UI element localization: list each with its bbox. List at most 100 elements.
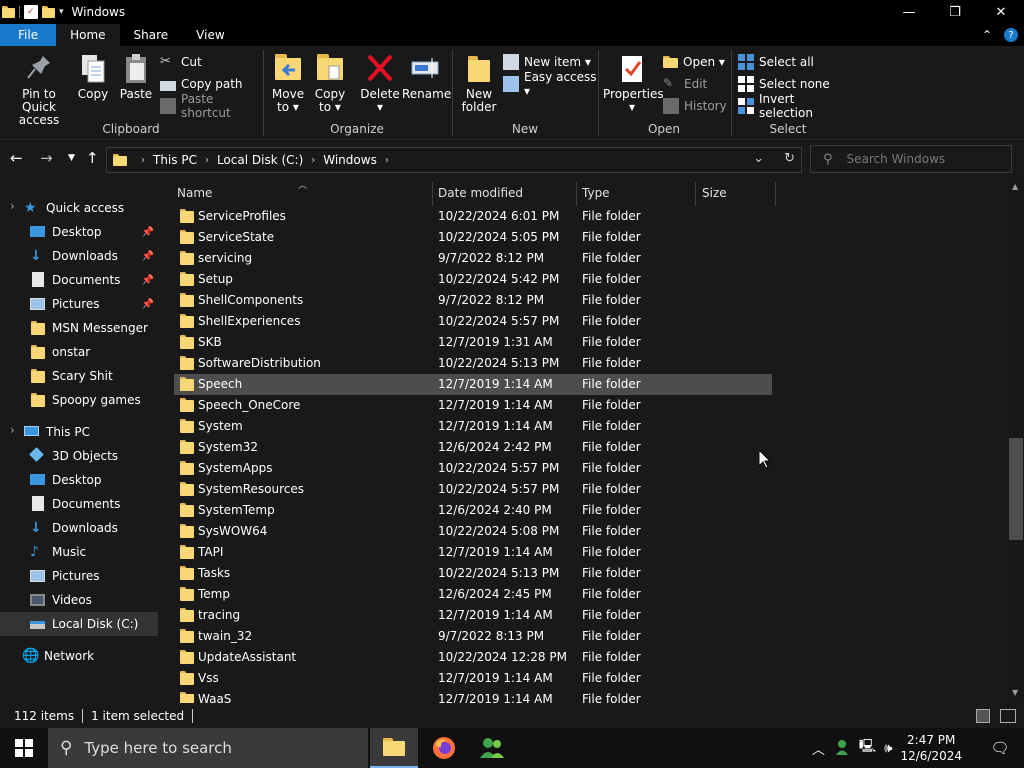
vertical-scrollbar[interactable]: ▲ ▼ (1008, 178, 1024, 703)
taskbar-search-box[interactable]: ⚲ Type here to search (48, 728, 368, 768)
cut-button[interactable]: ✂ Cut (160, 52, 202, 72)
breadcrumb-windows[interactable]: Windows (323, 153, 377, 167)
file-row[interactable]: UpdateAssistant 10/22/2024 12:28 PM File f… (174, 647, 772, 668)
paste-shortcut-button[interactable]: Paste shortcut (160, 92, 262, 120)
sidebar-item-desktop[interactable]: Desktop 📌 (0, 220, 158, 244)
edit-button[interactable]: ✎ Edit (663, 74, 707, 94)
file-row[interactable]: SystemApps 10/22/2024 5:57 PM File folder (174, 458, 772, 479)
collapse-ribbon-icon[interactable]: ⌃ (982, 28, 992, 42)
column-header-size[interactable]: Size (702, 178, 727, 208)
customize-toolbar-icon[interactable]: ▾ (59, 7, 64, 17)
recent-locations-chevron-icon[interactable]: ▼ (68, 153, 75, 163)
large-icons-view-icon[interactable] (1000, 709, 1016, 723)
taskbar-search-input[interactable]: Type here to search (84, 739, 231, 757)
messenger-tray-icon[interactable] (835, 739, 851, 758)
file-row[interactable]: Vss 12/7/2019 1:14 AM File folder (174, 668, 772, 689)
column-header-date[interactable]: Date modified (438, 178, 523, 208)
file-row[interactable]: SystemTemp 12/6/2024 2:40 PM File folder (174, 500, 772, 521)
sidebar-item-msn-messenger[interactable]: MSN Messenger (0, 316, 158, 340)
file-row[interactable]: Temp 12/6/2024 2:45 PM File folder (174, 584, 772, 605)
column-separator[interactable] (695, 182, 696, 206)
sidebar-item-music[interactable]: ♪ Music (0, 540, 158, 564)
copy-path-button[interactable]: Copy path (160, 74, 243, 94)
column-header-type[interactable]: Type (582, 178, 610, 208)
file-row[interactable]: ShellComponents 9/7/2022 8:12 PM File fold… (174, 290, 772, 311)
search-box[interactable]: ⚲ Search Windows (810, 145, 1012, 173)
pin-to-quick-access-button[interactable]: Pin to Quick access (4, 52, 74, 127)
file-row[interactable]: Tasks 10/22/2024 5:13 PM File folder (174, 563, 772, 584)
search-input[interactable]: Search Windows (847, 152, 946, 166)
sidebar-item-3d-objects[interactable]: 3D Objects (0, 444, 158, 468)
address-history-chevron-icon[interactable]: ⌄ (753, 151, 764, 166)
file-row[interactable]: System32 12/6/2024 2:42 PM File folder (174, 437, 772, 458)
file-row[interactable]: Setup 10/22/2024 5:42 PM File folder (174, 269, 772, 290)
start-button[interactable] (0, 728, 48, 768)
new-folder-icon[interactable] (42, 6, 55, 18)
action-center-icon[interactable]: 🗨 (976, 728, 1024, 768)
file-row[interactable]: TAPI 12/7/2019 1:14 AM File folder (174, 542, 772, 563)
sidebar-item-quick-access[interactable]: › ★ Quick access (0, 196, 158, 220)
sidebar-item-pictures[interactable]: Pictures 📌 (0, 292, 158, 316)
paste-button[interactable]: Paste (116, 52, 156, 101)
help-icon[interactable]: ? (1004, 28, 1018, 42)
column-header-name[interactable]: Name (177, 178, 212, 208)
tab-share[interactable]: Share (120, 24, 183, 46)
file-row[interactable]: Speech_OneCore 12/7/2019 1:14 AM File fold… (174, 395, 772, 416)
file-row[interactable]: tracing 12/7/2019 1:14 AM File folder (174, 605, 772, 626)
sidebar-item-pictures[interactable]: Pictures (0, 564, 158, 588)
move-to-button[interactable]: Move to ▾ (268, 52, 308, 114)
column-separator[interactable] (775, 182, 776, 206)
close-button[interactable]: ✕ (978, 0, 1024, 24)
new-item-button[interactable]: New item ▾ (503, 52, 591, 72)
refresh-icon[interactable]: ↻ (784, 151, 795, 166)
file-row[interactable]: ServiceProfiles 10/22/2024 6:01 PM File fo… (174, 206, 772, 227)
scroll-down-icon[interactable]: ▼ (1012, 688, 1018, 697)
file-row[interactable]: twain_32 9/7/2022 8:13 PM File folder (174, 626, 772, 647)
sidebar-item-videos[interactable]: Videos (0, 588, 158, 612)
file-row[interactable]: SysWOW64 10/22/2024 5:08 PM File folder (174, 521, 772, 542)
sidebar-item-documents[interactable]: Documents 📌 (0, 268, 158, 292)
firefox-taskbar-button[interactable] (420, 728, 468, 768)
show-hidden-icons-chevron-icon[interactable]: ︿ (812, 739, 825, 758)
file-row[interactable]: System 12/7/2019 1:14 AM File folder (174, 416, 772, 437)
scroll-up-icon[interactable]: ▲ (1012, 182, 1018, 191)
sidebar-item-scary-shit[interactable]: Scary Shit (0, 364, 158, 388)
sidebar-item-documents[interactable]: Documents (0, 492, 158, 516)
select-all-button[interactable]: Select all (738, 52, 814, 72)
file-row[interactable]: ServiceState 10/22/2024 5:05 PM File folde… (174, 227, 772, 248)
expand-chevron-icon[interactable]: › (10, 199, 15, 213)
new-folder-button[interactable]: New folder (459, 52, 499, 114)
sidebar-item-desktop[interactable]: Desktop (0, 468, 158, 492)
select-none-button[interactable]: Select none (738, 74, 830, 94)
forward-arrow-icon[interactable]: → (40, 149, 53, 167)
sidebar-item-network[interactable]: 🌐 Network (0, 644, 158, 668)
details-view-icon[interactable] (976, 709, 990, 723)
copy-to-button[interactable]: Copy to ▾ (310, 52, 350, 114)
file-row[interactable]: SystemResources 10/22/2024 5:57 PM File fo… (174, 479, 772, 500)
breadcrumb-this-pc[interactable]: This PC (153, 153, 197, 167)
column-separator[interactable] (576, 182, 577, 206)
sidebar-item-spoopy-games[interactable]: Spoopy games (0, 388, 158, 412)
breadcrumb-local-disk[interactable]: Local Disk (C:) (217, 153, 303, 167)
sidebar-item-onstar[interactable]: onstar (0, 340, 158, 364)
network-icon[interactable]: 🖳 (859, 737, 876, 759)
file-row[interactable]: SoftwareDistribution 10/22/2024 5:13 PM Fi… (174, 353, 772, 374)
back-arrow-icon[interactable]: ← (10, 149, 23, 167)
copy-button[interactable]: Copy (76, 52, 110, 101)
file-explorer-taskbar-button[interactable] (370, 728, 418, 768)
tab-file[interactable]: File (0, 24, 57, 46)
invert-selection-button[interactable]: Invert selection (738, 92, 844, 120)
properties-icon[interactable]: ✓ (24, 5, 38, 19)
rename-button[interactable]: Rename (402, 52, 451, 101)
sidebar-item-local-disk-c[interactable]: Local Disk (C:) (0, 612, 158, 636)
clock[interactable]: 2:47 PM 12/6/2024 (900, 732, 962, 764)
tab-home[interactable]: Home (56, 24, 120, 46)
minimize-button[interactable]: — (886, 0, 932, 24)
volume-icon[interactable]: 🕪 (884, 741, 892, 756)
sidebar-item-this-pc[interactable]: › This PC (0, 420, 158, 444)
properties-button[interactable]: Properties ▾ (603, 52, 664, 114)
up-arrow-icon[interactable]: ↑ (86, 149, 99, 167)
open-button[interactable]: Open ▾ (663, 52, 725, 72)
address-bar[interactable]: › This PC › Local Disk (C:) › Windows › … (106, 147, 802, 173)
delete-button[interactable]: Delete ▾ (358, 52, 402, 114)
